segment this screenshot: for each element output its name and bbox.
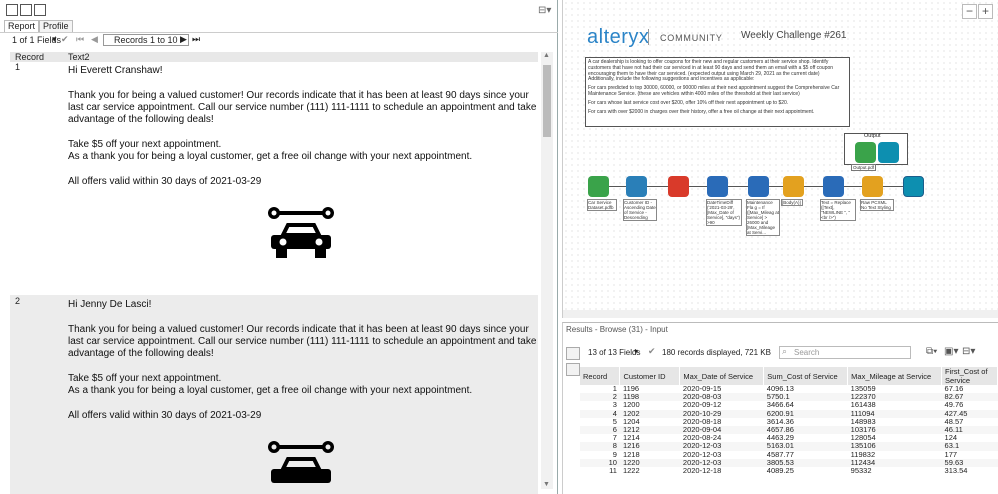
formula-tool-icon[interactable] — [823, 176, 844, 197]
results-title: Results - Browse (31) - Input — [566, 325, 668, 334]
comment-paragraph: For cars with over $2000 in charges over… — [588, 108, 815, 115]
tool-annotation: Text = Replace ([Text], "NEWLINE ", "<br… — [820, 199, 856, 221]
render-tool-icon[interactable] — [903, 176, 924, 197]
row-number: 2 — [15, 296, 21, 306]
layout-vertical-icon[interactable] — [20, 4, 32, 16]
summarize-tool-icon[interactable] — [668, 176, 689, 197]
binoculars-icon[interactable] — [566, 363, 580, 376]
table-row[interactable]: 11 1222 2020-12-18 4089.25 95332 313.54 — [580, 465, 998, 475]
table-cell: 313.54 — [944, 465, 968, 475]
tool-annotation: Raw PCXML No Text Styling — [860, 199, 894, 211]
last-page-icon[interactable]: ⏭ — [192, 34, 200, 45]
report-text-tool-icon[interactable] — [783, 176, 804, 197]
column-header-text2[interactable]: Text2 — [68, 52, 90, 62]
check-icon[interactable]: ✔ — [61, 34, 69, 45]
column-header-record[interactable]: Record — [15, 52, 44, 62]
search-placeholder: Search — [794, 348, 820, 357]
table-cell: 4089.25 — [766, 465, 794, 475]
tab-profile[interactable]: Profile — [39, 20, 73, 32]
offer-text: Take $5 off your next appointment. — [68, 373, 222, 384]
challenge-title: Weekly Challenge #261 — [741, 30, 847, 41]
community-label: COMMUNITY — [660, 33, 723, 43]
column-header[interactable]: Customer ID — [619, 367, 681, 385]
tool-annotation: [Body(A)] — [781, 199, 803, 206]
layout-tool-icon[interactable] — [862, 176, 883, 197]
copy-icon[interactable]: ⧉▾ — [926, 346, 937, 357]
save-icon[interactable]: ▣▾ — [944, 346, 958, 357]
table-cell: 1222 — [622, 465, 640, 475]
layout-horizontal-icon[interactable] — [34, 4, 46, 16]
column-header[interactable]: Max_Mileage at Service — [847, 367, 943, 385]
offer-text: As a thank you for being a loyal custome… — [68, 151, 473, 162]
zoom-in-button[interactable]: + — [978, 4, 993, 19]
column-header[interactable]: Max_Date of Service — [679, 367, 765, 385]
challenge-comment-box[interactable]: A car dealership is looking to offer cou… — [585, 57, 850, 127]
column-header[interactable]: Record — [580, 367, 621, 385]
check-icon[interactable]: ✔ — [648, 346, 656, 357]
input-tool-icon[interactable] — [588, 176, 609, 197]
first-page-icon[interactable]: ⏮ — [76, 34, 84, 45]
browse-tool-icon[interactable] — [855, 142, 876, 163]
logo-divider — [648, 29, 649, 45]
scroll-up-icon[interactable]: ▲ — [543, 52, 550, 59]
alteryx-logo: alteryx — [587, 26, 650, 48]
report-panel: ⊟▾ Report Profile 1 of 1 Fields ▾ ✔ ⏮ ◀ R… — [0, 0, 558, 494]
output-file-label: Output.pdf — [851, 164, 877, 171]
column-header[interactable]: First_Cost of Service — [941, 367, 998, 385]
chevron-down-icon[interactable]: ▾ — [634, 347, 638, 356]
validity-text: All offers valid within 30 days of 2021-… — [68, 176, 262, 187]
greeting-text: Hi Jenny De Lasci! — [68, 299, 152, 310]
report-tabs: Report Profile — [4, 20, 73, 32]
table-cell: 11 — [609, 465, 617, 475]
sort-tool-icon[interactable] — [626, 176, 647, 197]
tool-annotation: DateTimeDiff ('2021-03-29', [Max_Date of… — [706, 199, 742, 226]
zoom-out-button[interactable]: − — [962, 4, 977, 19]
column-header[interactable]: Sum_Cost of Service — [763, 367, 849, 385]
table-cell: 95332 — [850, 465, 872, 475]
comment-paragraph: For cars predicted to top 30000, 60000, … — [588, 85, 840, 97]
scrollbar-thumb[interactable] — [543, 65, 551, 137]
car-service-icon — [268, 207, 334, 258]
prev-page-icon[interactable]: ◀ — [91, 34, 98, 45]
report-toolbar: 1 of 1 Fields ▾ ✔ ⏮ ◀ Records 1 to 10 ▶ … — [0, 32, 558, 48]
canvas-horizontal-scrollbar[interactable] — [563, 310, 998, 318]
car-service-icon — [268, 441, 334, 483]
tool-annotation: Car Service Dataset.pdfb — [587, 199, 617, 211]
offer-text: As a thank you for being a loyal custome… — [68, 385, 473, 396]
filter-icon[interactable]: ⊟▾ — [962, 346, 975, 357]
message-text: Thank you for being a valued customer! O… — [68, 324, 537, 359]
table-cell: 2020-12-18 — [682, 465, 722, 475]
panel-menu-icon[interactable]: ⊟▾ — [538, 5, 551, 16]
message-text: Thank you for being a valued customer! O… — [68, 90, 537, 125]
output-container-title: Output — [864, 133, 881, 139]
tab-report[interactable]: Report — [4, 20, 40, 32]
table-view-icon[interactable] — [566, 347, 580, 360]
next-page-icon[interactable]: ▶ — [180, 34, 187, 45]
records-range-box[interactable]: Records 1 to 10 — [103, 34, 189, 46]
report-row-text: Hi Everett Cranshaw! Thank you for being… — [68, 65, 538, 201]
report-grid-header: Record Text2 — [10, 52, 538, 62]
results-table: Record Customer ID Max_Date of Service S… — [580, 367, 998, 475]
formula-tool-icon[interactable] — [748, 176, 769, 197]
search-icon: ⌕ — [782, 346, 788, 356]
search-input[interactable]: Search — [779, 346, 911, 359]
report-row-text: Hi Jenny De Lasci! Thank you for being a… — [68, 299, 538, 435]
row-number: 1 — [10, 62, 68, 294]
scroll-down-icon[interactable]: ▼ — [543, 481, 550, 488]
layout-single-icon[interactable] — [6, 4, 18, 16]
filter-tool-icon[interactable] — [707, 176, 728, 197]
output-tool-icon[interactable] — [878, 142, 899, 163]
tool-annotation: Maintenance Fla g = If ([Max_Mileag at S… — [746, 199, 780, 236]
chevron-down-icon[interactable]: ▾ — [52, 34, 57, 45]
comment-paragraph: For cars whose last service cost over $2… — [588, 99, 789, 106]
fields-selector[interactable]: 13 of 13 Fields — [588, 348, 640, 357]
records-count: 180 records displayed, 721 KB — [662, 348, 771, 357]
offer-text: Take $5 off your next appointment. — [68, 139, 222, 150]
greeting-text: Hi Everett Cranshaw! — [68, 65, 163, 76]
comment-paragraph: A car dealership is looking to offer cou… — [588, 59, 834, 83]
tool-annotation: Customer ID - Ascending Date of Service … — [623, 199, 657, 221]
validity-text: All offers valid within 30 days of 2021-… — [68, 410, 262, 421]
